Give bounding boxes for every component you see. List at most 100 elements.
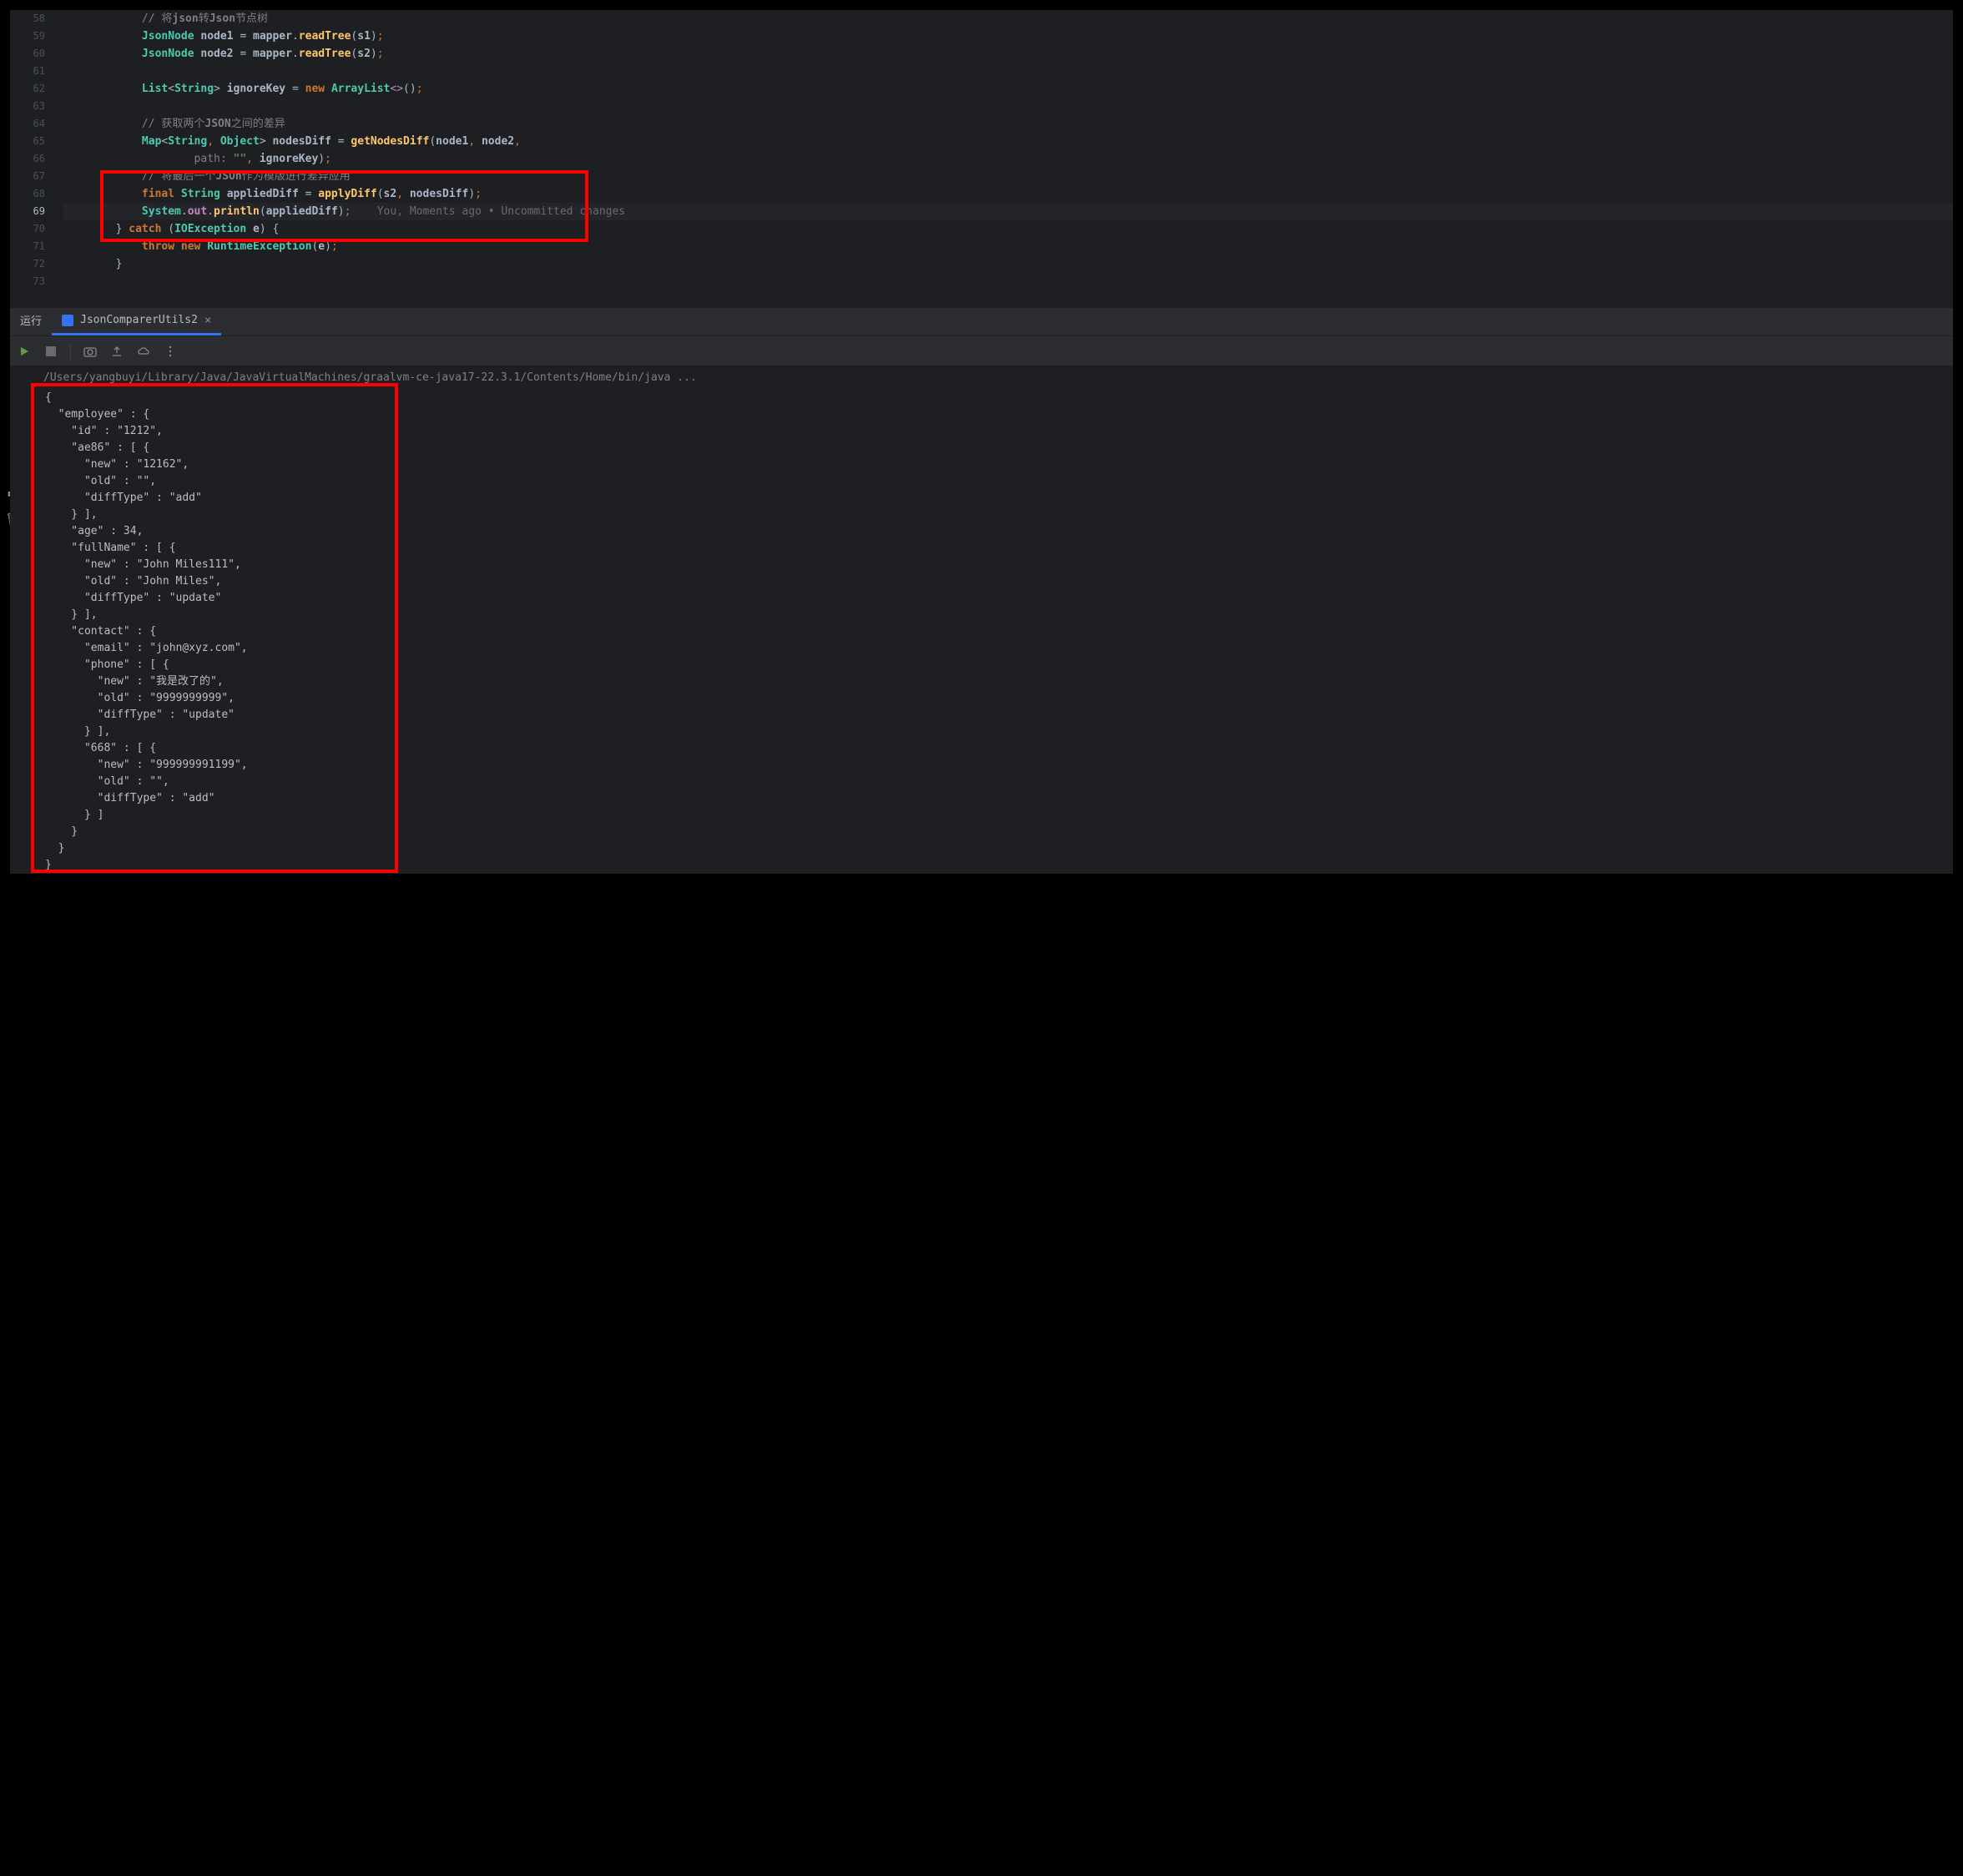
bold-text: json	[172, 13, 198, 25]
arg: s2	[384, 188, 397, 200]
line-number: 70	[10, 220, 45, 238]
diamond: <>	[390, 83, 403, 95]
line-number: 59	[10, 28, 45, 45]
comma: ,	[396, 188, 410, 200]
line-number: 61	[10, 63, 45, 80]
code-line[interactable]: // 获取两个JSON之间的差异	[63, 115, 1953, 133]
obj: mapper	[253, 30, 292, 43]
lt: <	[168, 83, 174, 95]
cls: ArrayList	[331, 83, 390, 95]
code-line[interactable]: // 将最后一个JSOn作为模版进行差异应用	[63, 168, 1953, 185]
export-icon[interactable]	[109, 344, 124, 359]
var: node1	[200, 30, 233, 43]
line-number: 58	[10, 10, 45, 28]
catch: catch	[122, 223, 168, 235]
more-icon[interactable]	[163, 344, 178, 359]
sc: ;	[325, 153, 331, 165]
comma: ,	[514, 135, 521, 148]
arg: appliedDiff	[266, 205, 338, 218]
line-number: 63	[10, 98, 45, 115]
type: IOException	[174, 223, 246, 235]
op: =	[234, 48, 253, 60]
run-tab-active[interactable]: JsonComparerUtils2 ×	[52, 308, 221, 335]
var: ignoreKey	[227, 83, 285, 95]
paren: )	[468, 188, 475, 200]
comma: ,	[246, 153, 260, 165]
arg: nodesDiff	[410, 188, 468, 200]
paren: )	[325, 240, 331, 253]
code-line[interactable]: JsonNode node2 = mapper.readTree(s2);	[63, 45, 1953, 63]
code-line[interactable]	[63, 63, 1953, 80]
paren: )	[260, 223, 266, 235]
method: readTree	[299, 48, 351, 60]
run-panel-label: 运行	[10, 314, 52, 330]
code-line[interactable]	[63, 98, 1953, 115]
dot: .	[181, 205, 188, 218]
line-number: 67	[10, 168, 45, 185]
bold-text: JSOn	[215, 170, 241, 183]
code-line[interactable]: } catch (IOException e) {	[63, 220, 1953, 238]
line-number	[10, 290, 45, 308]
arg: e	[318, 240, 325, 253]
run-panel-tabs[interactable]: 运行 JsonComparerUtils2 ×	[10, 308, 1953, 336]
code-content[interactable]: // 将json转Json节点树 JsonNode node1 = mapper…	[57, 10, 1953, 308]
type: List	[142, 83, 168, 95]
arg: ignoreKey	[260, 153, 318, 165]
code-line[interactable]: path: "", ignoreKey);	[63, 150, 1953, 168]
code-editor[interactable]: 58 59 60 61 62 63 64 65 66 67 68 69 70 7…	[10, 10, 1953, 308]
cloud-icon[interactable]	[136, 344, 151, 359]
code-line[interactable]: // 将json转Json节点树	[63, 10, 1953, 28]
brace: {	[266, 223, 280, 235]
dot: .	[292, 48, 299, 60]
line-number: 68	[10, 185, 45, 203]
type: JsonNode	[142, 30, 194, 43]
code-line[interactable]: final String appliedDiff = applyDiff(s2,…	[63, 185, 1953, 203]
gen: Object	[220, 135, 260, 148]
paren: (	[403, 83, 410, 95]
var: node2	[200, 48, 233, 60]
field: out	[188, 205, 207, 218]
sc: ;	[377, 48, 384, 60]
code-line[interactable]: throw new RuntimeException(e);	[63, 238, 1953, 255]
eq: =	[299, 188, 318, 200]
paren: (	[429, 135, 436, 148]
var: e	[253, 223, 260, 235]
new: new	[305, 83, 325, 95]
code-line[interactable]: Map<String, Object> nodesDiff = getNodes…	[63, 133, 1953, 150]
dot: .	[292, 30, 299, 43]
type: JsonNode	[142, 48, 194, 60]
code-line[interactable]: JsonNode node1 = mapper.readTree(s1);	[63, 28, 1953, 45]
stop-button[interactable]	[43, 344, 58, 359]
eq: =	[331, 135, 351, 148]
code-line[interactable]: System.out.println(appliedDiff); You, Mo…	[63, 203, 1953, 220]
arg: node2	[482, 135, 514, 148]
close-icon[interactable]: ×	[204, 312, 211, 330]
class: RuntimeException	[207, 240, 311, 253]
comma: ,	[468, 135, 482, 148]
rerun-button[interactable]	[17, 344, 32, 359]
op: =	[234, 30, 253, 43]
line-number: 62	[10, 80, 45, 98]
type: String	[181, 188, 220, 200]
label: path:	[194, 153, 234, 165]
code-line[interactable]: }	[63, 255, 1953, 273]
method: getNodesDiff	[351, 135, 429, 148]
camera-icon[interactable]	[83, 344, 98, 359]
comma: ,	[207, 135, 220, 148]
paren: )	[338, 205, 345, 218]
console-output-panel[interactable]: /Users/yangbuyi/Library/Java/JavaVirtual…	[10, 366, 1953, 874]
var: nodesDiff	[272, 135, 331, 148]
console-text[interactable]: { "employee" : { "id" : "1212", "ae86" :…	[33, 390, 1953, 874]
tab-title: JsonComparerUtils2	[80, 312, 198, 329]
class: System	[142, 205, 181, 218]
sc: ;	[416, 83, 423, 95]
arg: s1	[357, 30, 371, 43]
paren: (	[377, 188, 384, 200]
line-number: 72	[10, 255, 45, 273]
code-line[interactable]	[63, 290, 1953, 308]
code-line[interactable]: List<String> ignoreKey = new ArrayList<>…	[63, 80, 1953, 98]
obj: mapper	[253, 48, 292, 60]
gt: >	[214, 83, 220, 95]
code-line[interactable]	[63, 273, 1953, 290]
paren: (	[260, 205, 266, 218]
